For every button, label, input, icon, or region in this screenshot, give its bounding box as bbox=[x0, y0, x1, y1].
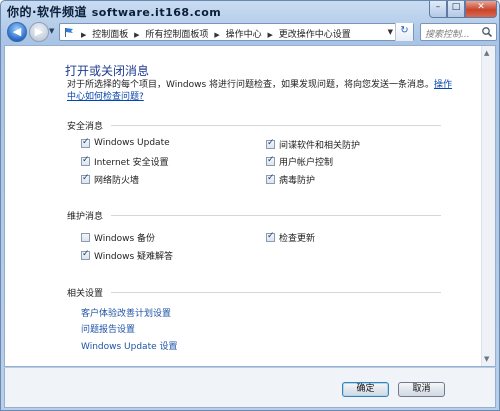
checkbox-icon bbox=[81, 249, 90, 260]
content-panel: 打开或关闭消息 对于所选择的每个项目，Windows 将进行问题检查，如果发现问… bbox=[4, 45, 496, 367]
arrow-right-icon: ▶ bbox=[34, 25, 44, 38]
breadcrumb-item-current[interactable]: 更改操作中心设置 bbox=[279, 30, 351, 40]
breadcrumb-item-action-center[interactable]: 操作中心 bbox=[226, 30, 262, 40]
checkbox-label: 检查更新 bbox=[279, 234, 316, 244]
security-heading: 安全消息 bbox=[67, 122, 104, 132]
scroll-up-icon[interactable]: ▲ bbox=[484, 49, 489, 57]
address-bar[interactable]: ▶ 控制面板 ▶ 所有控制面板项 ▶ 操作中心 ▶ 更改操作中心设置 ▼ ↻ bbox=[59, 23, 414, 41]
checkbox-label: Windows Update bbox=[94, 138, 170, 148]
checkbox-icon bbox=[266, 155, 275, 166]
chevron-right-icon[interactable]: ▶ bbox=[267, 31, 272, 39]
checkbox-spyware-protection[interactable]: 间谍软件和相关防护 bbox=[266, 138, 360, 151]
checkbox-user-account-control[interactable]: 用户帐户控制 bbox=[266, 155, 333, 168]
refresh-button[interactable]: ↻ bbox=[395, 23, 413, 41]
search-icon[interactable] bbox=[481, 26, 493, 38]
breadcrumb-item-all-items[interactable]: 所有控制面板项 bbox=[145, 30, 208, 40]
checkbox-label: Windows 备份 bbox=[94, 234, 156, 244]
forward-button[interactable]: ▶ bbox=[29, 22, 49, 42]
chevron-right-icon[interactable]: ▶ bbox=[214, 31, 219, 39]
divider bbox=[111, 125, 441, 126]
close-icon: ✕ bbox=[477, 2, 485, 12]
back-button[interactable]: ◀ bbox=[7, 22, 27, 42]
divider bbox=[111, 292, 441, 293]
minimize-button[interactable]: – bbox=[429, 1, 447, 18]
checkbox-internet-security[interactable]: Internet 安全设置 bbox=[81, 155, 169, 168]
page-title: 打开或关闭消息 bbox=[65, 64, 150, 78]
navigation-bar: ◀ ▶ ▼ ▶ 控制面板 ▶ 所有控制面板项 ▶ 操作中心 ▶ 更改操作中心设置… bbox=[1, 20, 499, 44]
checkbox-icon bbox=[81, 233, 90, 242]
search-box[interactable]: 搜索控制... bbox=[420, 23, 497, 41]
cancel-button[interactable]: 取消 bbox=[398, 382, 445, 397]
maximize-button[interactable]: □ bbox=[447, 1, 465, 18]
description-text: 对于所选择的每个项目，Windows 将进行问题检查，如果发现问题，将向您发送一… bbox=[67, 80, 435, 90]
title-bar: 你的·软件频道 software.it168.com – □ ✕ bbox=[1, 1, 499, 19]
checkbox-windows-backup[interactable]: Windows 备份 bbox=[81, 231, 155, 244]
maintenance-heading: 维护消息 bbox=[67, 212, 104, 222]
ok-button[interactable]: 确定 bbox=[342, 382, 389, 397]
arrow-left-icon: ◀ bbox=[12, 25, 22, 38]
checkbox-windows-update[interactable]: Windows Update bbox=[81, 137, 170, 148]
checkbox-label: 间谍软件和相关防护 bbox=[279, 141, 361, 151]
checkbox-icon bbox=[266, 138, 275, 149]
maximize-icon: □ bbox=[451, 2, 461, 12]
link-windows-update-settings[interactable]: Windows Update 设置 bbox=[81, 339, 178, 352]
chevron-right-icon: ▶ bbox=[81, 31, 87, 39]
checkbox-icon bbox=[266, 173, 275, 184]
link-problem-reporting-settings[interactable]: 问题报告设置 bbox=[81, 322, 135, 335]
chevron-right-icon[interactable]: ▶ bbox=[134, 31, 139, 39]
minimize-icon: – bbox=[435, 2, 441, 12]
checkbox-icon bbox=[81, 155, 90, 166]
checkbox-icon bbox=[266, 231, 275, 242]
watermark: 你的·软件频道 software.it168.com bbox=[7, 3, 221, 20]
checkbox-virus-protection[interactable]: 病毒防护 bbox=[266, 173, 315, 186]
window: 你的·软件频道 software.it168.com – □ ✕ ◀ ▶ ▼ ▶… bbox=[0, 0, 500, 411]
checkbox-label: Windows 疑难解答 bbox=[94, 252, 174, 262]
related-heading: 相关设置 bbox=[67, 289, 104, 299]
watermark-site: software.it168.com bbox=[91, 6, 222, 19]
chevron-down-icon: ▼ bbox=[49, 27, 55, 35]
checkbox-label: 病毒防护 bbox=[279, 176, 316, 186]
breadcrumb: ▶ 控制面板 ▶ 所有控制面板项 ▶ 操作中心 ▶ 更改操作中心设置 bbox=[78, 27, 351, 40]
control-panel-icon bbox=[65, 28, 73, 37]
search-placeholder: 搜索控制... bbox=[425, 30, 470, 40]
watermark-text: 你的·软件频道 bbox=[7, 5, 88, 19]
page-description: 对于所选择的每个项目，Windows 将进行问题检查，如果发现问题，将向您发送一… bbox=[67, 79, 457, 103]
scroll-down-icon[interactable]: ▼ bbox=[484, 355, 489, 363]
checkbox-icon bbox=[81, 173, 90, 184]
address-history-dropdown[interactable]: ▼ bbox=[388, 28, 393, 36]
checkbox-label: 网络防火墙 bbox=[94, 176, 140, 186]
scrollbar[interactable]: ▲ ▼ bbox=[481, 46, 495, 366]
recent-pages-dropdown[interactable]: ▼ bbox=[49, 27, 54, 35]
link-ceip-settings[interactable]: 客户体验改善计划设置 bbox=[81, 306, 171, 319]
dialog-footer: 确定 取消 bbox=[4, 368, 496, 408]
refresh-icon: ↻ bbox=[400, 25, 409, 36]
close-button[interactable]: ✕ bbox=[465, 1, 497, 18]
checkbox-icon bbox=[81, 137, 90, 148]
divider bbox=[111, 215, 441, 216]
checkbox-check-updates[interactable]: 检查更新 bbox=[266, 231, 315, 244]
checkbox-label: 用户帐户控制 bbox=[279, 158, 334, 168]
breadcrumb-item-control-panel[interactable]: 控制面板 bbox=[92, 30, 128, 40]
checkbox-label: Internet 安全设置 bbox=[94, 158, 169, 168]
checkbox-windows-troubleshooting[interactable]: Windows 疑难解答 bbox=[81, 249, 173, 262]
checkbox-network-firewall[interactable]: 网络防火墙 bbox=[81, 173, 139, 186]
